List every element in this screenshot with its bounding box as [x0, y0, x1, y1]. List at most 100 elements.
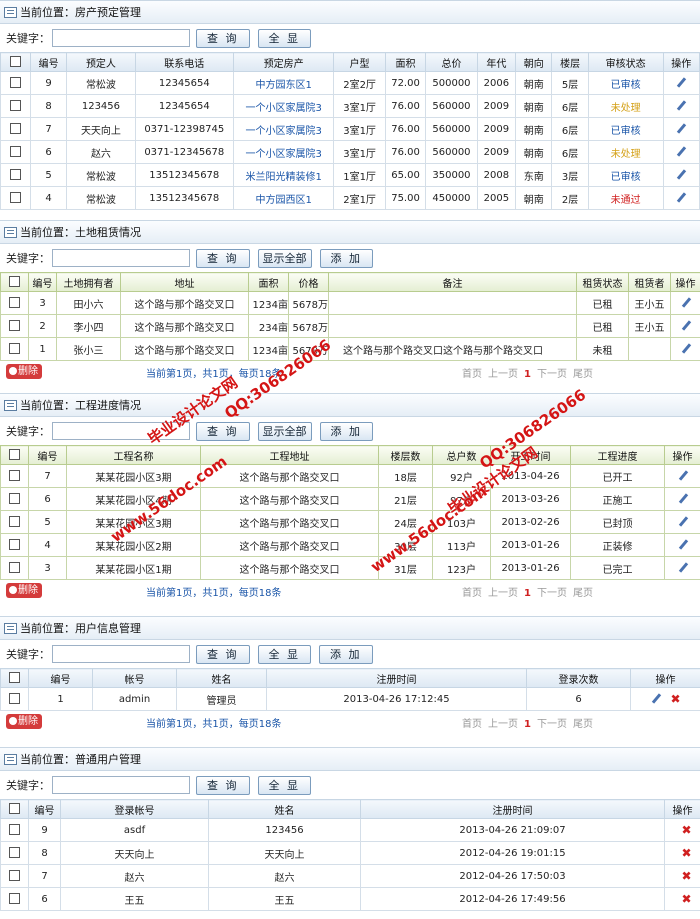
row-checkbox[interactable]: [9, 169, 21, 181]
query-button[interactable]: 查 询: [196, 644, 250, 664]
query-button[interactable]: 查 询: [196, 248, 250, 268]
row-checkbox[interactable]: [9, 77, 21, 89]
status-badge: 未处理: [587, 94, 664, 118]
page-prev-link[interactable]: 上一页: [488, 588, 518, 599]
pencil-icon[interactable]: [675, 123, 687, 135]
x-icon[interactable]: ✖: [681, 823, 691, 837]
keyword-input[interactable]: [52, 249, 190, 267]
row-checkbox[interactable]: [9, 100, 21, 112]
page-first-link[interactable]: 首页: [462, 588, 482, 599]
keyword-input[interactable]: [52, 29, 190, 47]
show-all-button[interactable]: 显示全部: [257, 248, 312, 268]
pencil-icon[interactable]: [677, 539, 689, 551]
table-cell: [328, 314, 577, 338]
page-next-link[interactable]: 下一页: [537, 588, 567, 599]
query-button[interactable]: 查 询: [196, 775, 250, 795]
add-button[interactable]: 添 加: [319, 421, 373, 441]
property-link[interactable]: 中方园东区1: [232, 71, 335, 95]
row-select-cell: [0, 533, 29, 557]
row-checkbox[interactable]: [9, 192, 21, 204]
property-link[interactable]: 米兰阳光精装修1: [232, 163, 335, 187]
pencil-icon[interactable]: [677, 516, 689, 528]
show-all-button[interactable]: 全 显: [257, 644, 311, 664]
table-row: 3 田小六 这个路与那个路交叉口 1234亩 5678万 已租 王小五: [0, 291, 700, 315]
query-button[interactable]: 查 询: [196, 421, 250, 441]
row-checkbox[interactable]: [9, 343, 20, 355]
property-link[interactable]: 中方园西区1: [232, 186, 335, 210]
pencil-icon[interactable]: [677, 493, 689, 505]
row-checkbox[interactable]: [9, 297, 20, 309]
page-last-link[interactable]: 尾页: [573, 369, 593, 380]
pencil-icon[interactable]: [677, 562, 689, 574]
row-checkbox[interactable]: [9, 693, 20, 705]
keyword-input[interactable]: [52, 645, 190, 663]
pencil-icon[interactable]: [675, 100, 687, 112]
row-checkbox[interactable]: [9, 470, 20, 482]
delete-button[interactable]: 删除: [6, 714, 42, 729]
pencil-icon[interactable]: [675, 169, 687, 181]
keyword-input[interactable]: [52, 776, 190, 794]
pencil-icon[interactable]: [675, 192, 687, 204]
page-last-link[interactable]: 尾页: [573, 588, 593, 599]
page-first-link[interactable]: 首页: [462, 719, 482, 730]
table-cell: 1234亩: [248, 291, 289, 315]
table-cell: 9: [29, 71, 68, 95]
show-all-button[interactable]: 显示全部: [257, 421, 312, 441]
pencil-icon[interactable]: [675, 146, 687, 158]
property-link[interactable]: 一个小区家属院3: [232, 117, 335, 141]
table-cell: 6: [526, 687, 631, 711]
table-cell: 3室1厅: [333, 94, 386, 118]
pencil-icon[interactable]: [680, 297, 692, 309]
page-prev-link[interactable]: 上一页: [488, 369, 518, 380]
row-checkbox[interactable]: [9, 870, 20, 882]
select-all-checkbox[interactable]: [9, 56, 21, 68]
page-last-link[interactable]: 尾页: [573, 719, 593, 730]
select-all-checkbox[interactable]: [9, 449, 20, 461]
select-all-checkbox[interactable]: [9, 276, 20, 288]
page-prev-link[interactable]: 上一页: [488, 719, 518, 730]
table-cell: 已开工: [570, 464, 665, 488]
page-first-link[interactable]: 首页: [462, 369, 482, 380]
row-checkbox[interactable]: [9, 539, 20, 551]
row-checkbox[interactable]: [9, 516, 20, 528]
pencil-icon[interactable]: [680, 320, 692, 332]
keyword-input[interactable]: [52, 422, 190, 440]
delete-button[interactable]: 删除: [6, 583, 42, 598]
row-checkbox[interactable]: [9, 146, 21, 158]
table-cell: 21层: [378, 487, 433, 511]
property-link[interactable]: 一个小区家属院3: [232, 94, 335, 118]
query-button[interactable]: 查 询: [196, 28, 250, 48]
row-checkbox[interactable]: [9, 562, 20, 574]
x-icon[interactable]: ✖: [681, 869, 691, 883]
table-cell: 1室1厅: [333, 163, 386, 187]
row-checkbox[interactable]: [9, 123, 21, 135]
x-icon[interactable]: ✖: [681, 846, 691, 860]
property-link[interactable]: 一个小区家属院3: [232, 140, 335, 164]
page-cur-link[interactable]: 1: [524, 719, 531, 730]
row-checkbox[interactable]: [9, 893, 20, 905]
page-next-link[interactable]: 下一页: [537, 369, 567, 380]
add-button[interactable]: 添 加: [319, 248, 373, 268]
show-all-button[interactable]: 全 显: [257, 775, 311, 795]
row-checkbox[interactable]: [9, 493, 20, 505]
table-cell: 3室1厅: [333, 117, 386, 141]
select-all-checkbox[interactable]: [9, 672, 20, 684]
show-all-button[interactable]: 全 显: [257, 28, 311, 48]
add-button[interactable]: 添 加: [319, 644, 373, 664]
row-checkbox[interactable]: [9, 847, 20, 859]
page-cur-link[interactable]: 1: [524, 369, 531, 380]
row-checkbox[interactable]: [9, 320, 20, 332]
table-cell: [328, 291, 577, 315]
page-next-link[interactable]: 下一页: [537, 719, 567, 730]
page-cur-link[interactable]: 1: [524, 588, 531, 599]
row-checkbox[interactable]: [9, 824, 20, 836]
pencil-icon[interactable]: [680, 343, 692, 355]
pencil-icon[interactable]: [675, 77, 687, 89]
pencil-icon[interactable]: [650, 693, 662, 705]
delete-button[interactable]: 删除: [6, 364, 42, 379]
x-icon[interactable]: ✖: [681, 892, 691, 906]
table-cell: 2012-04-26 17:50:03: [360, 864, 665, 888]
x-icon[interactable]: ✖: [670, 692, 680, 706]
pencil-icon[interactable]: [677, 470, 689, 482]
select-all-checkbox[interactable]: [9, 803, 20, 815]
